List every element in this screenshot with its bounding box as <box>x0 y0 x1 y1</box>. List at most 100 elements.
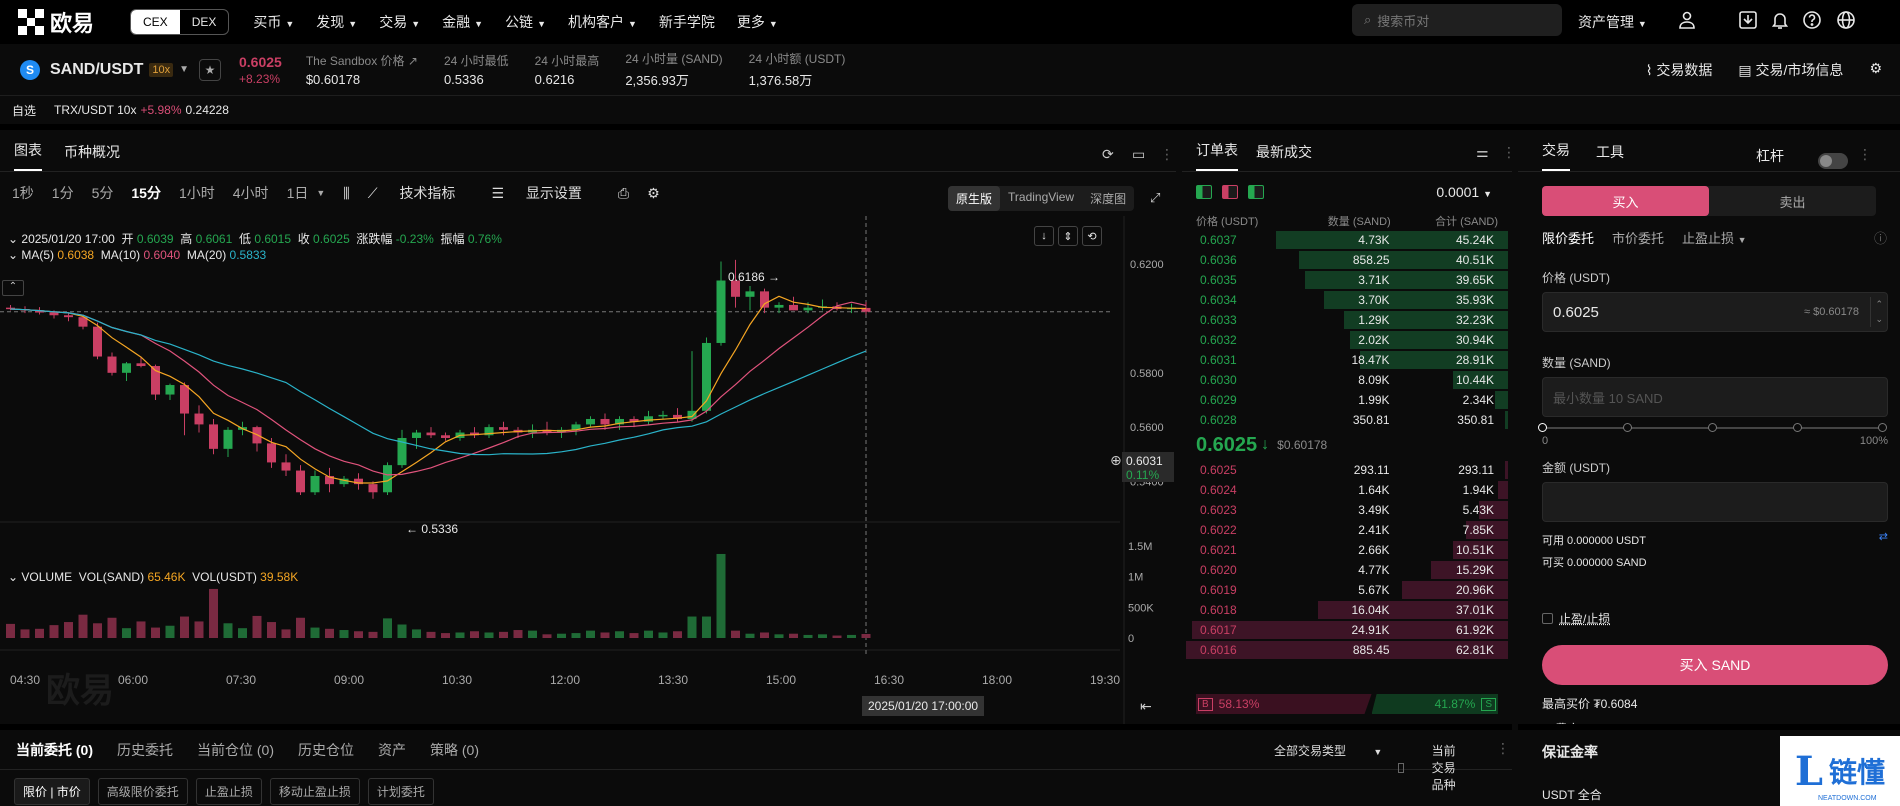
nav-academy[interactable]: 新手学院 <box>659 12 715 32</box>
display-settings-button[interactable]: ☰ 显示设置 <box>491 183 599 203</box>
slider-step[interactable] <box>1878 423 1887 432</box>
qty-slider[interactable] <box>1538 423 1887 432</box>
precision-select[interactable]: 0.0001 ▼ <box>1436 184 1492 200</box>
tf-15m[interactable]: 15分 <box>131 183 161 203</box>
help-icon[interactable] <box>1800 8 1824 32</box>
market-info-link[interactable]: ▤ 交易/市场信息 <box>1738 60 1843 80</box>
nav-trade[interactable]: 交易 ▼ <box>379 12 420 32</box>
order-type-filter[interactable]: 全部交易类型 ▼ <box>1274 742 1406 759</box>
panel-more-icon[interactable]: ⋮ <box>1502 144 1516 170</box>
user-icon[interactable] <box>1675 8 1699 32</box>
current-pair-filter[interactable]: 当前交易品种 <box>1398 742 1488 793</box>
view-asks-icon[interactable] <box>1222 185 1238 199</box>
slider-step[interactable] <box>1793 423 1802 432</box>
nav-institutional[interactable]: 机构客户 ▼ <box>568 12 637 32</box>
subtab-advanced-limit[interactable]: 高级限价委托 <box>97 778 188 805</box>
tab-order-book[interactable]: 订单表 <box>1196 140 1238 171</box>
watch-pair[interactable]: TRX/USDT 10x <box>54 103 136 117</box>
bid-row[interactable]: 0.6022 2.41K 7.85K <box>1186 520 1508 540</box>
bid-row[interactable]: 0.6020 4.77K 15.29K <box>1186 560 1508 580</box>
tab-assets[interactable]: 资产 <box>378 740 406 760</box>
axis-scale-icon[interactable]: ⇤ <box>1140 698 1152 715</box>
price-input[interactable]: 0.6025 ≈ $0.60178 ⌃ ⌄ <box>1542 292 1888 332</box>
add-alert-icon[interactable]: ⊕ <box>1110 452 1122 469</box>
tab-position-history[interactable]: 历史仓位 <box>298 740 354 760</box>
bid-row[interactable]: 0.6019 5.67K 20.96K <box>1186 580 1508 600</box>
asset-management-menu[interactable]: 资产管理 ▼ <box>1578 12 1647 32</box>
slider-step[interactable] <box>1623 423 1632 432</box>
subtab-limit-market[interactable]: 限价 | 市价 <box>14 778 90 805</box>
slider-step[interactable] <box>1708 423 1717 432</box>
order-type-market[interactable]: 市价委托 <box>1612 228 1664 247</box>
tf-1m[interactable]: 1分 <box>52 183 74 203</box>
tab-trade[interactable]: 交易 <box>1542 140 1570 171</box>
order-type-limit[interactable]: 限价委托 <box>1542 228 1594 247</box>
search-input[interactable]: ⌕ 搜索币对 <box>1352 4 1562 36</box>
ask-row[interactable]: 0.6030 8.09K 10.44K <box>1186 370 1508 390</box>
bid-row[interactable]: 0.6023 3.49K 5.43K <box>1186 500 1508 520</box>
info-icon[interactable]: ⓘ <box>1874 228 1887 247</box>
window-icon[interactable]: ▭ <box>1132 146 1145 172</box>
watchlist-label[interactable]: 自选 <box>12 102 36 119</box>
transfer-icon[interactable]: ⇄ <box>1879 530 1888 543</box>
ask-row[interactable]: 0.6036 858.25 40.51K <box>1186 250 1508 270</box>
panel-more-icon[interactable]: ⋮ <box>1858 146 1872 172</box>
cex-toggle[interactable]: CEX <box>131 10 180 34</box>
settings-gear-icon[interactable]: ⚙ <box>1869 60 1882 80</box>
favorite-star-icon[interactable]: ★ <box>199 58 221 81</box>
globe-icon[interactable] <box>1834 8 1858 32</box>
pair-name[interactable]: SAND/USDT <box>50 61 143 79</box>
tf-4h[interactable]: 4小时 <box>233 183 269 203</box>
alert-icon[interactable]: ⟳ <box>1102 146 1114 172</box>
ask-row[interactable]: 0.6031 18.47K 28.91K <box>1186 350 1508 370</box>
dex-toggle[interactable]: DEX <box>180 10 229 34</box>
chart-settings-gear-icon[interactable]: ⚙ <box>647 185 660 202</box>
bid-row[interactable]: 0.6018 16.04K 37.01K <box>1186 600 1508 620</box>
nav-buy-crypto[interactable]: 买币 ▼ <box>253 12 294 32</box>
view-depth[interactable]: 深度图 <box>1082 186 1134 211</box>
view-both-icon[interactable] <box>1196 185 1212 199</box>
ask-row[interactable]: 0.6033 1.29K 32.23K <box>1186 310 1508 330</box>
ask-row[interactable]: 0.6037 4.73K 45.24K <box>1186 230 1508 250</box>
indicators-button[interactable]: ⟋ 技术指标 <box>368 183 474 203</box>
sell-tab[interactable]: 卖出 <box>1709 186 1876 216</box>
collapse-chevron-icon[interactable]: ⌃ <box>2 280 24 296</box>
slider-handle[interactable] <box>1538 423 1547 432</box>
view-tradingview[interactable]: TradingView <box>1000 186 1082 211</box>
compress-icon[interactable]: ⇕ <box>1058 226 1078 246</box>
leverage-switch[interactable] <box>1818 152 1848 169</box>
legend-toggle-icon[interactable]: ⌄ <box>8 248 21 262</box>
scroll-down-icon[interactable]: ↓ <box>1034 226 1054 246</box>
chevron-down-icon[interactable]: ▼ <box>179 64 189 75</box>
chevron-down-icon[interactable]: ▼ <box>316 188 325 198</box>
subtab-tpsl[interactable]: 止盈止损 <box>195 778 262 805</box>
tab-recent-trades[interactable]: 最新成交 <box>1256 142 1312 171</box>
tab-strategies[interactable]: 策略 (0) <box>430 740 479 760</box>
okx-logo[interactable]: 欧易 <box>18 6 130 38</box>
ask-row[interactable]: 0.6028 350.81 350.81 <box>1186 410 1508 430</box>
view-native[interactable]: 原生版 <box>948 186 1001 211</box>
view-bids-icon[interactable] <box>1248 185 1264 199</box>
tab-open-orders[interactable]: 当前委托 (0) <box>16 740 93 760</box>
bid-row[interactable]: 0.6024 1.64K 1.94K <box>1186 480 1508 500</box>
tab-chart[interactable]: 图表 <box>14 140 42 171</box>
nav-discover[interactable]: 发现 ▼ <box>316 12 357 32</box>
legend-toggle-icon[interactable]: ⌄ <box>8 232 21 246</box>
subtab-trigger-order[interactable]: 计划委托 <box>367 778 434 805</box>
leverage-toggle[interactable]: 杠杆 <box>1756 146 1874 175</box>
tf-1s[interactable]: 1秒 <box>12 183 34 203</box>
tab-tools[interactable]: 工具 <box>1596 142 1624 171</box>
bid-row[interactable]: 0.6021 2.66K 10.51K <box>1186 540 1508 560</box>
tpsl-checkbox[interactable] <box>1542 613 1553 624</box>
order-type-tpsl[interactable]: 止盈止损 ▼ <box>1682 228 1747 247</box>
panel-more-icon[interactable]: ⋮ <box>1496 740 1510 757</box>
tab-positions[interactable]: 当前仓位 (0) <box>197 740 274 760</box>
current-pair-checkbox[interactable] <box>1398 762 1404 773</box>
tpsl-checkbox-row[interactable]: 止盈/止损 <box>1542 610 1886 627</box>
ask-row[interactable]: 0.6034 3.70K 35.93K <box>1186 290 1508 310</box>
nav-chain[interactable]: 公链 ▼ <box>505 12 546 32</box>
trading-data-link[interactable]: ⌇ 交易数据 <box>1646 60 1713 80</box>
candlestick-chart[interactable]: 0.62000.58000.56000.54001.5M1M500K004:30… <box>0 216 1176 724</box>
nav-finance[interactable]: 金融 ▼ <box>442 12 483 32</box>
bid-row[interactable]: 0.6017 24.91K 61.92K <box>1186 620 1508 640</box>
